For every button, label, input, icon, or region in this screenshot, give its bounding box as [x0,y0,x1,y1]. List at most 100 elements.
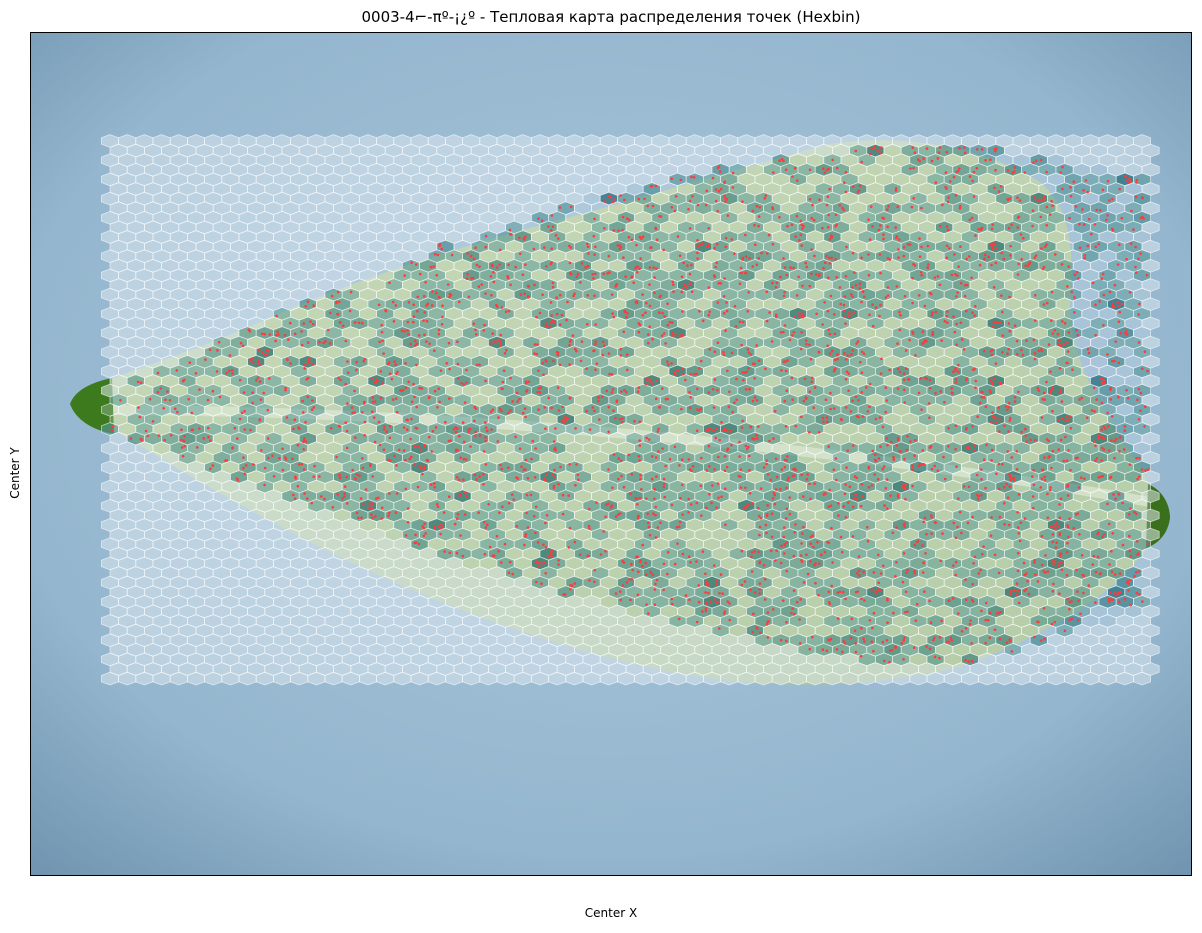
data-point [993,186,996,190]
data-point [833,332,837,336]
data-point [241,344,245,348]
data-point [648,304,652,308]
data-point [533,283,536,287]
data-point [992,376,996,380]
data-point [931,330,935,334]
data-point [312,406,316,409]
data-point [490,293,493,297]
data-point [782,330,785,334]
data-point [1063,322,1067,325]
data-point [1134,245,1137,249]
data-point [809,357,813,361]
hex-bin [720,671,739,686]
data-point [353,321,357,324]
data-point [1118,310,1121,314]
data-point [346,371,350,375]
data-point [802,399,806,403]
data-point [847,389,850,393]
data-point [536,343,539,346]
data-point [301,399,304,403]
data-point [651,338,654,341]
data-point [1059,171,1062,174]
data-point [725,309,729,313]
data-point [1142,217,1145,220]
data-point [963,151,967,155]
data-point [341,324,345,328]
data-point [1048,391,1052,395]
data-point [381,382,384,385]
data-point [303,367,307,370]
data-point [521,273,525,276]
data-point [328,311,332,315]
data-point [902,246,906,249]
data-point [414,263,418,266]
data-point [795,179,799,182]
data-point [337,376,340,380]
data-point [258,380,262,383]
data-point [973,367,976,371]
data-point [679,178,683,182]
data-point [1090,232,1093,236]
data-point [1007,402,1011,405]
data-point [137,406,140,409]
data-point [560,313,564,317]
data-point [602,272,605,275]
data-point [994,261,998,265]
data-point [1031,224,1034,228]
data-point [982,349,986,353]
data-point [715,242,719,246]
data-point [1145,273,1149,277]
data-point [740,271,743,275]
data-point [825,254,828,258]
data-point [733,304,737,308]
data-point [725,197,729,201]
data-point [800,331,803,334]
data-point [1050,319,1053,323]
data-point [1058,366,1062,370]
data-point [1137,313,1140,316]
data-point [525,380,528,384]
data-point [1119,331,1123,335]
data-point [860,391,864,394]
data-point [605,389,608,393]
data-point [966,283,969,287]
data-point [181,379,185,383]
data-point [1042,391,1046,395]
data-point [930,313,934,317]
data-point [744,255,748,258]
data-point [1016,216,1020,219]
data-point [953,330,957,334]
data-point [260,332,264,336]
data-point [412,303,416,307]
data-point [1000,251,1003,255]
data-point [896,205,899,209]
data-point [303,363,306,367]
data-point [391,398,395,401]
data-point [328,342,332,345]
data-point [739,266,743,270]
data-point [641,235,645,238]
data-point [619,245,623,249]
data-point [612,409,615,413]
data-point [948,247,951,250]
hex-bin [186,671,206,686]
data-point [955,322,958,326]
data-point [302,411,305,414]
data-point [724,329,727,332]
data-point [824,398,828,402]
data-point [990,245,994,248]
data-point [811,203,814,207]
data-point [673,371,676,375]
data-point [502,369,506,373]
data-point [541,293,544,297]
data-point [668,320,672,324]
data-point [551,281,555,285]
data-point [1077,277,1080,280]
data-point [782,360,786,364]
data-point [810,272,813,276]
data-point [713,246,716,250]
data-point [655,238,659,241]
data-point [853,271,856,274]
data-point [861,290,865,293]
data-point [906,243,910,246]
